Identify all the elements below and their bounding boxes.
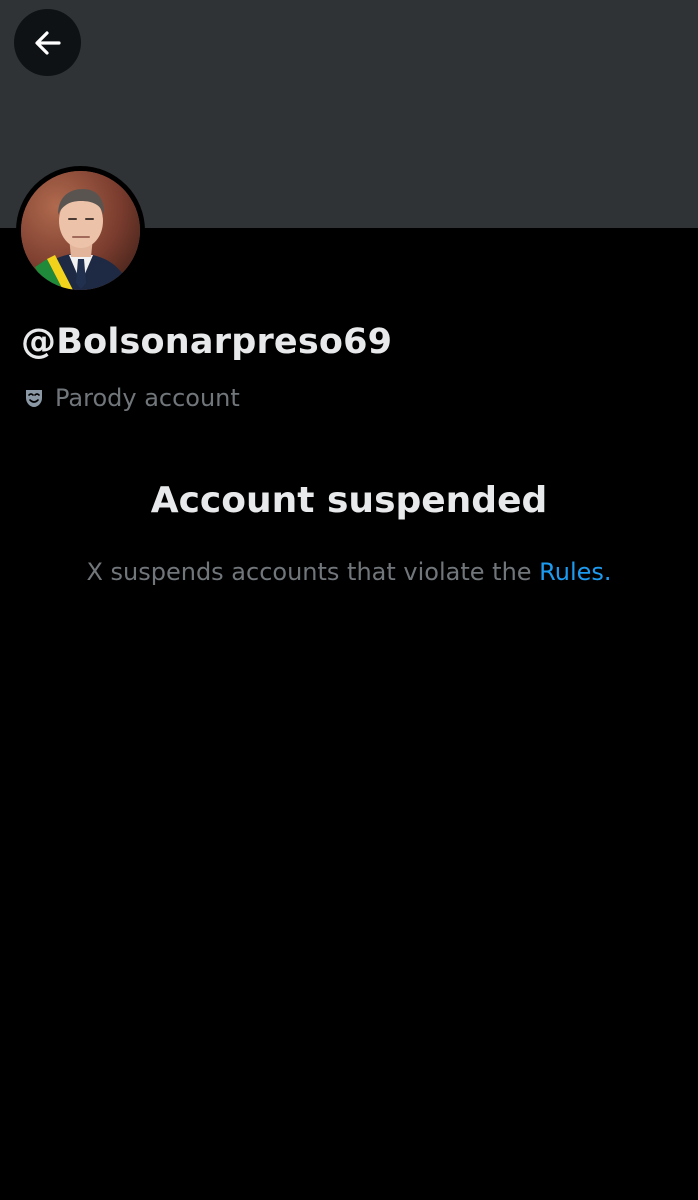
back-button[interactable] <box>14 9 81 76</box>
theater-mask-icon <box>23 387 45 409</box>
rules-link[interactable]: Rules <box>539 558 604 586</box>
parody-badge: Parody account <box>23 384 240 412</box>
profile-handle: @Bolsonarpreso69 <box>21 322 393 362</box>
description-text: X suspends accounts that violate the <box>86 558 540 586</box>
suspended-title: Account suspended <box>150 480 548 521</box>
description-period: . <box>603 558 612 586</box>
avatar[interactable] <box>21 171 140 290</box>
suspended-description: X suspends accounts that violate the Rul… <box>0 558 698 586</box>
avatar-frame <box>16 166 145 295</box>
arrow-left-icon <box>32 27 64 59</box>
parody-label: Parody account <box>55 384 240 412</box>
